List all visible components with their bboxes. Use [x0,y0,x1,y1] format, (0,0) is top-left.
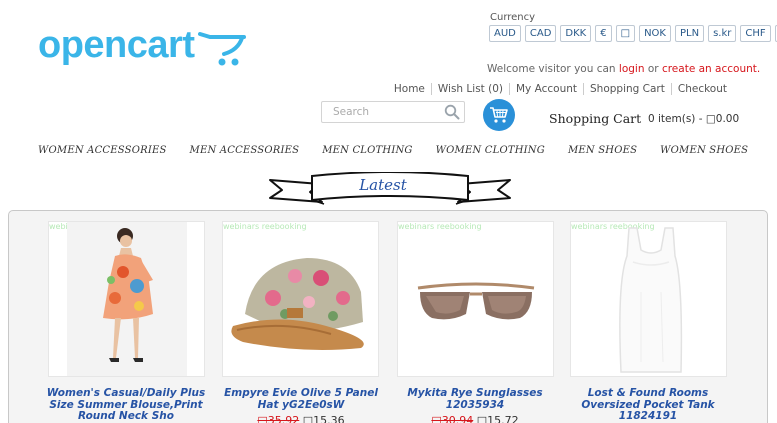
menu-item-women-shoes[interactable]: WOMEN SHOES [660,145,748,156]
search-input[interactable] [322,102,440,122]
product-image-card[interactable]: webinars reebooking [570,221,727,377]
product-name-line: Round Neck Sho [78,410,174,422]
create-account-link[interactable]: create an account. [662,63,760,75]
currency-button[interactable]: DKK [560,25,592,42]
product-name[interactable]: Women's Casual/Daily Plus Size Summer Bl… [41,387,211,423]
product-price: □35.92 □15.36 [216,414,386,423]
cart-title[interactable]: Shopping Cart [549,111,641,126]
product-name-line: Women's Casual/Daily Plus [46,387,206,399]
currency-button[interactable]: € [595,25,612,42]
menu-item-men-accessories[interactable]: MEN ACCESSORIES [190,145,300,156]
cart-summary[interactable]: 0 item(s) - □0.00 [648,113,739,125]
shopping-cart-link[interactable]: Shopping Cart [583,83,671,95]
cart-button[interactable] [483,99,515,131]
search-box [321,101,465,123]
login-link[interactable]: login [619,63,645,75]
section-title: Latest [359,176,407,194]
product-dress-image [67,222,187,376]
product-new-price: □15.72 [476,414,519,423]
currency-selector: AUD CAD DKK € □ NOK PLN s.kr CHF $ [489,25,777,42]
product-name-line: Lost & Found Rooms [587,387,709,399]
product-sunglasses-image [417,282,535,320]
currency-label: Currency [490,12,536,23]
product-image-card[interactable]: webinars reebooking [397,221,554,377]
opencart-logo[interactable]: opencart [38,24,250,74]
product-name[interactable]: Lost & Found Rooms Oversized Pocket Tank… [563,387,733,423]
logo-text: opencart [38,24,195,66]
menu-item-women-accessories[interactable]: WOMEN ACCESSORIES [38,145,167,156]
welcome-message: Welcome visitor you can login or create … [487,63,760,75]
currency-button[interactable]: □ [615,25,636,42]
menu-item-women-clothing[interactable]: WOMEN CLOTHING [436,145,545,156]
cart-icon [490,107,508,123]
product-image-card[interactable]: webinars reebooking [222,221,379,377]
home-link[interactable]: Home [388,83,431,95]
welcome-or: or [647,63,659,75]
menu-item-men-shoes[interactable]: MEN SHOES [568,145,637,156]
product-name-line: Mykita Rye Sunglasses [407,387,543,399]
product-tank-image [619,227,683,373]
product-old-price: □30.94 [431,414,474,423]
currency-button[interactable]: PLN [674,25,705,42]
checkout-link[interactable]: Checkout [670,83,733,95]
currency-button[interactable]: s.kr [708,25,737,42]
my-account-link[interactable]: My Account [509,83,583,95]
menu-item-men-clothing[interactable]: MEN CLOTHING [322,145,412,156]
logo-cart-icon [198,32,246,66]
currency-button[interactable]: CHF [740,25,771,42]
welcome-prefix: Welcome visitor you can [487,63,616,75]
product-price: □30.94 □15.72 [390,414,560,423]
currency-button[interactable]: CAD [524,25,557,42]
wish-list-link[interactable]: Wish List (0) [430,83,509,95]
product-hat-image [231,258,364,350]
product-name[interactable]: Mykita Rye Sunglasses 12035934 [390,387,560,411]
currency-button[interactable]: NOK [639,25,671,42]
top-links: Home Wish List (0) My Account Shopping C… [388,83,733,95]
product-old-price: □35.92 [257,414,300,423]
product-name-line: Hat yG2Ee0sW [257,398,345,411]
main-menu: WOMEN ACCESSORIES MEN ACCESSORIES MEN CL… [38,145,771,156]
product-name[interactable]: Empyre Evie Olive 5 Panel Hat yG2Ee0sW [216,387,386,411]
product-name-line: 12035934 [445,398,505,411]
product-name-line: Empyre Evie Olive 5 Panel [224,387,378,399]
search-icon[interactable] [444,104,460,120]
product-image-card[interactable]: webinars reebooking [48,221,205,377]
product-name-line: 11824191 [618,410,678,422]
currency-button[interactable]: AUD [489,25,521,42]
product-new-price: □15.36 [302,414,345,423]
